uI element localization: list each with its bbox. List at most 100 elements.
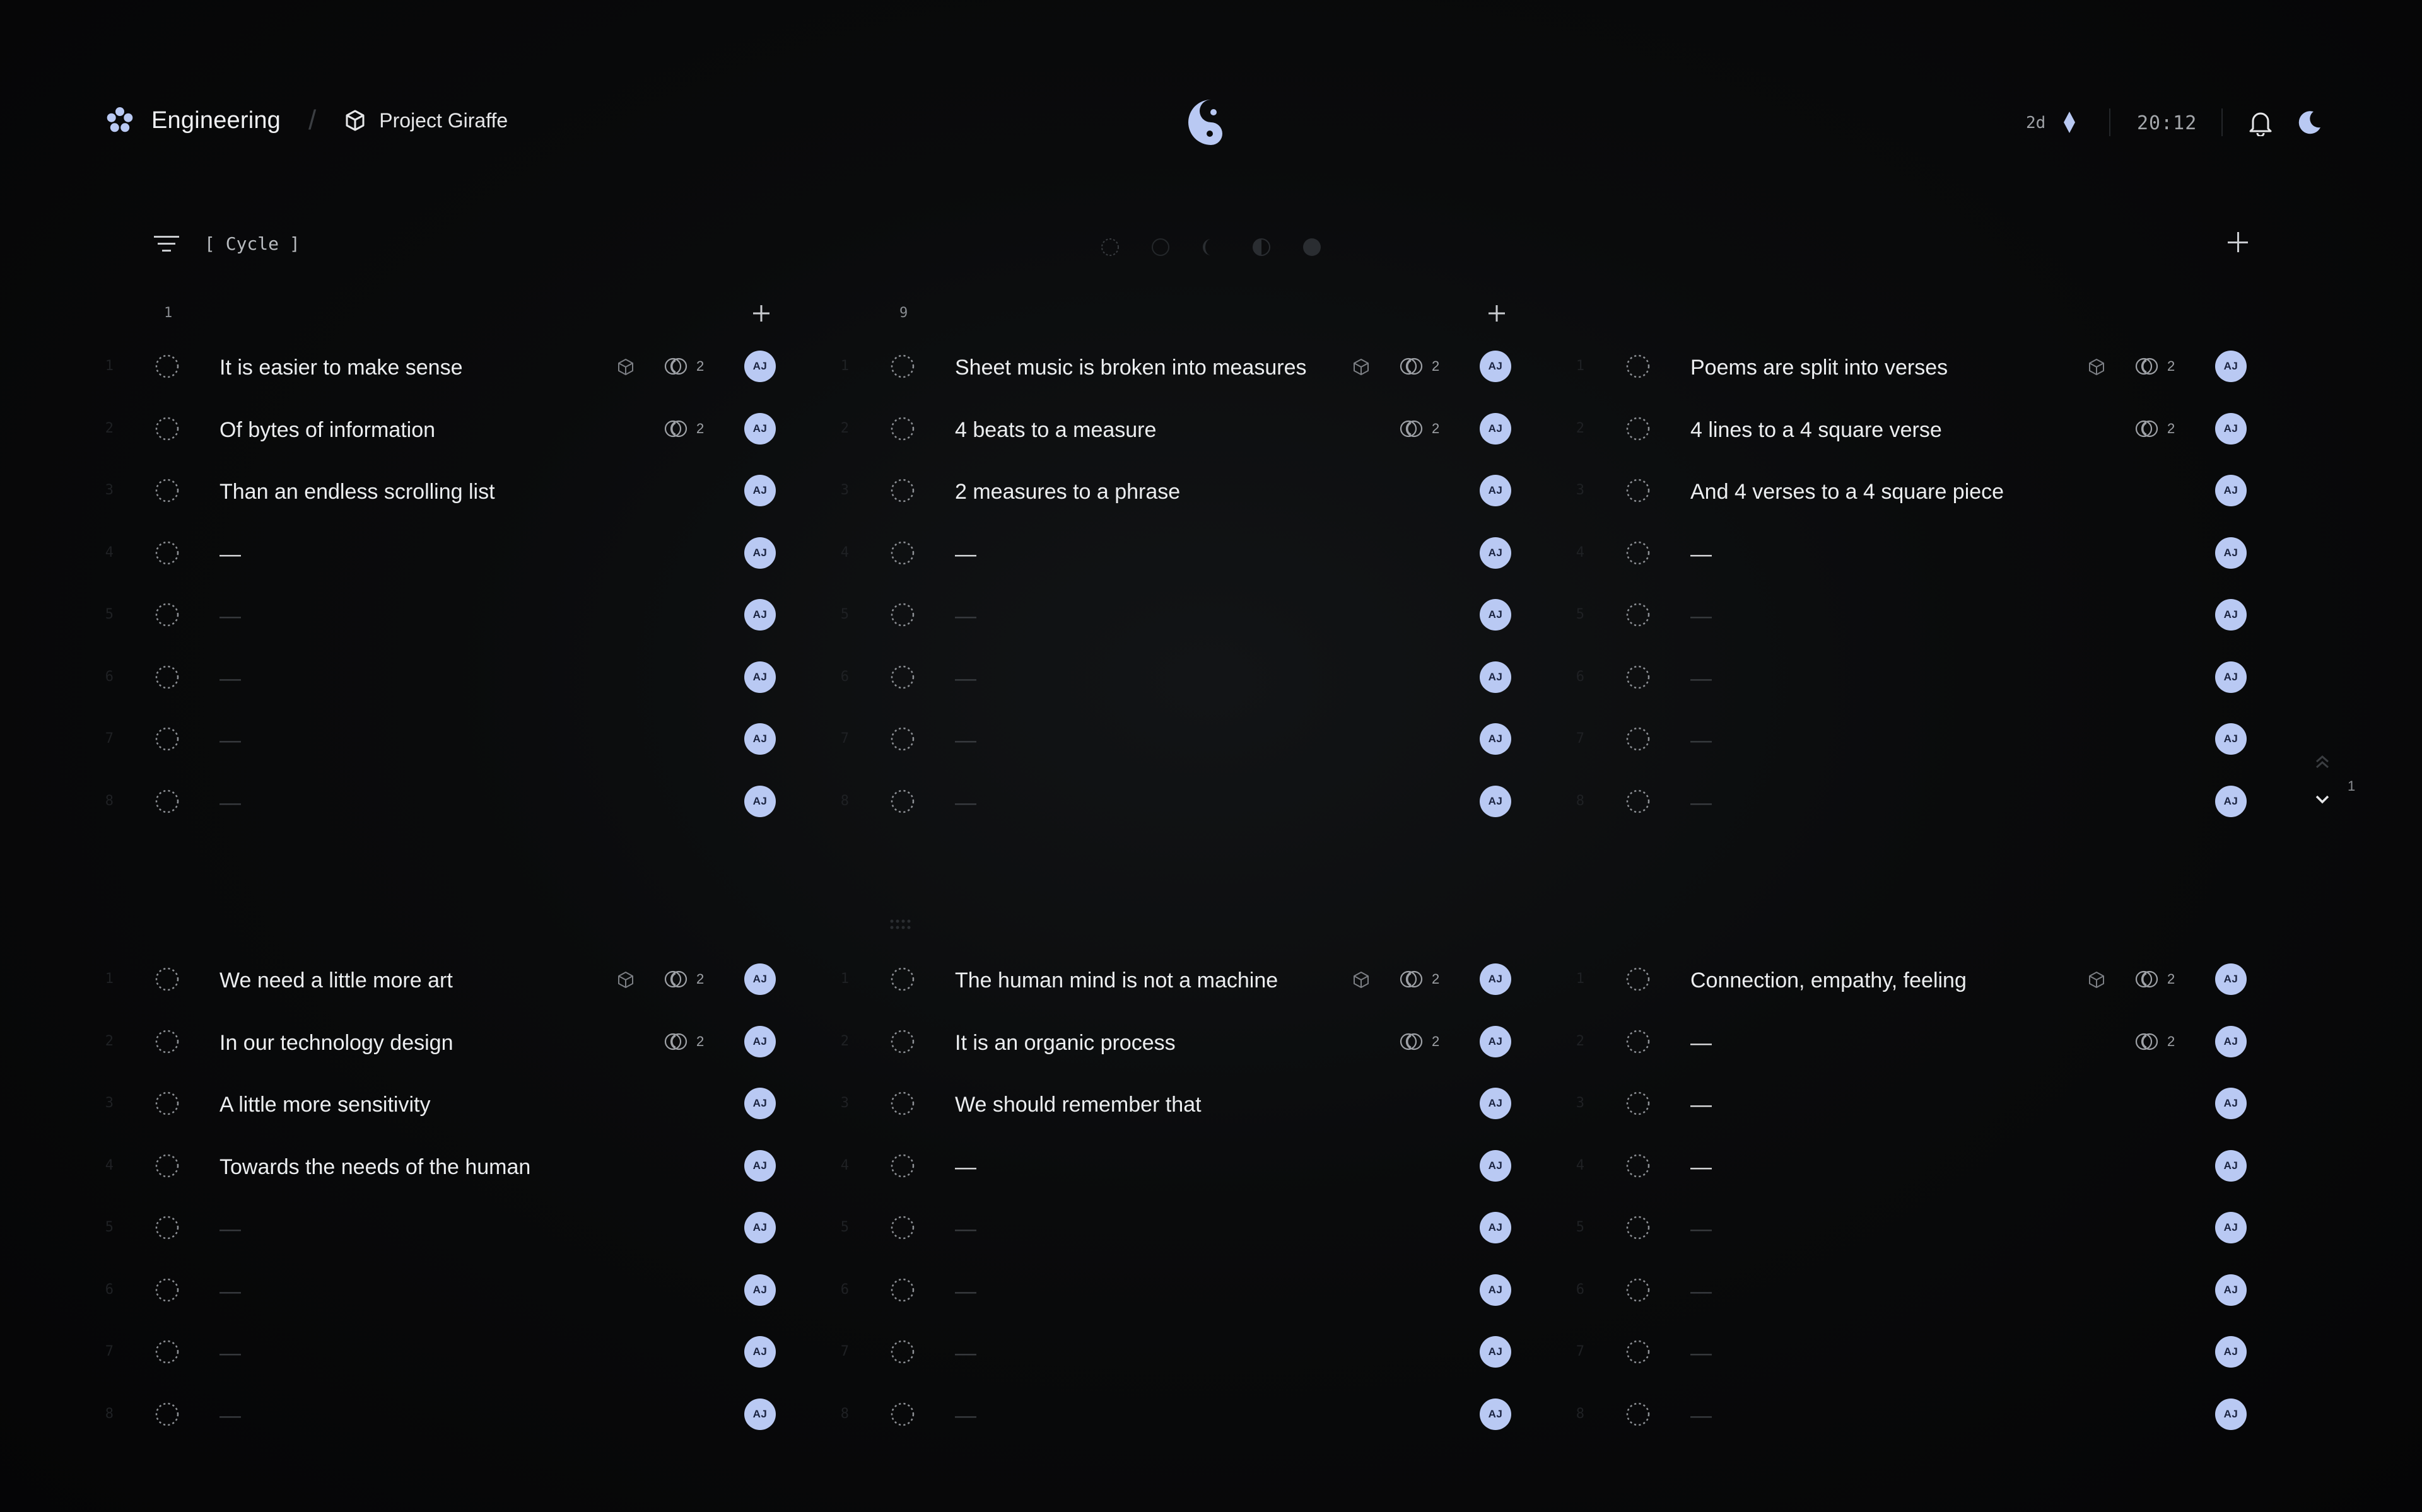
status-circle-icon[interactable] [154, 664, 180, 690]
avatar[interactable]: AJ [2215, 963, 2247, 995]
issue-row[interactable]: 1 We need a little more art 2 AJ [105, 952, 816, 1014]
comment-icon[interactable] [2134, 970, 2160, 989]
add-issue-button[interactable] [2225, 230, 2250, 255]
status-circle-icon[interactable] [1625, 1277, 1651, 1303]
comment-icon[interactable] [2134, 1032, 2160, 1051]
issue-row[interactable]: 1 The human mind is not a machine 2 AJ [841, 952, 1552, 1014]
project-name[interactable]: Project Giraffe [379, 109, 508, 132]
issue-row[interactable]: 3 2 measures to a phrase AJ [841, 463, 1552, 525]
comment-icon[interactable] [1399, 970, 1424, 989]
issue-title[interactable]: — [1690, 1155, 1712, 1180]
issue-title[interactable]: We need a little more art [219, 968, 453, 993]
issue-title[interactable]: A little more sensitivity [219, 1093, 430, 1117]
avatar[interactable]: AJ [744, 723, 776, 755]
issue-row[interactable]: 8 — AJ [105, 774, 816, 836]
workspace-name[interactable]: Engineering [151, 107, 281, 134]
status-circle-icon[interactable] [154, 1401, 180, 1428]
issue-title[interactable]: Sheet music is broken into measures [955, 356, 1306, 380]
avatar[interactable]: AJ [2215, 537, 2247, 569]
status-circle-icon[interactable] [154, 416, 180, 442]
issue-title[interactable]: And 4 verses to a 4 square piece [1690, 480, 2004, 504]
issue-title[interactable]: It is an organic process [955, 1031, 1176, 1055]
avatar[interactable]: AJ [2215, 786, 2247, 817]
issue-title[interactable]: Connection, empathy, feeling [1690, 968, 1967, 993]
status-circle-icon[interactable] [154, 726, 180, 752]
add-to-column-button[interactable] [1487, 304, 1506, 323]
issue-row[interactable]: 2 — 2 AJ [1576, 1015, 2287, 1076]
moon-icon[interactable] [2297, 110, 2322, 135]
comment-icon[interactable] [664, 419, 689, 438]
issue-title[interactable]: — [955, 604, 976, 629]
avatar[interactable]: AJ [744, 1088, 776, 1119]
issue-row[interactable]: 5 — AJ [841, 588, 1552, 649]
status-circle-icon[interactable] [1625, 477, 1651, 504]
issue-row[interactable]: 8 — AJ [1576, 1387, 2287, 1449]
issue-title[interactable]: Than an endless scrolling list [219, 480, 495, 504]
moon-phase-selector[interactable] [1097, 236, 1325, 259]
avatar[interactable]: AJ [2215, 1150, 2247, 1182]
issue-row[interactable]: 3 A little more sensitivity AJ [105, 1076, 816, 1138]
avatar[interactable]: AJ [1480, 661, 1511, 693]
avatar[interactable]: AJ [2215, 1212, 2247, 1243]
comment-icon[interactable] [664, 970, 689, 989]
comment-icon[interactable] [1399, 357, 1424, 376]
issue-title[interactable]: — [955, 791, 976, 815]
issue-title[interactable]: Towards the needs of the human [219, 1155, 530, 1180]
avatar[interactable]: AJ [744, 1399, 776, 1430]
status-circle-icon[interactable] [154, 1153, 180, 1179]
comment-icon[interactable] [2134, 419, 2160, 438]
avatar[interactable]: AJ [744, 475, 776, 506]
avatar[interactable]: AJ [744, 413, 776, 445]
avatar[interactable]: AJ [2215, 1336, 2247, 1368]
status-circle-icon[interactable] [889, 726, 916, 752]
avatar[interactable]: AJ [2215, 1399, 2247, 1430]
status-circle-icon[interactable] [1625, 788, 1651, 815]
issue-row[interactable]: 6 — AJ [1576, 650, 2287, 712]
status-circle-icon[interactable] [1625, 1153, 1651, 1179]
issue-title[interactable]: — [1690, 1093, 1712, 1117]
issue-row[interactable]: 5 — AJ [105, 588, 816, 649]
avatar[interactable]: AJ [744, 537, 776, 569]
avatar[interactable]: AJ [1480, 1026, 1511, 1057]
issue-row[interactable]: 3 Than an endless scrolling list AJ [105, 463, 816, 525]
issue-row[interactable]: 1 It is easier to make sense 2 AJ [105, 339, 816, 401]
issue-row[interactable]: 7 — AJ [105, 712, 816, 774]
issue-row[interactable]: 4 Towards the needs of the human AJ [105, 1139, 816, 1201]
chevron-up-icon[interactable] [2314, 754, 2331, 769]
avatar[interactable]: AJ [1480, 1212, 1511, 1243]
status-circle-icon[interactable] [1625, 540, 1651, 566]
issue-title[interactable]: — [219, 604, 241, 629]
status-circle-icon[interactable] [154, 353, 180, 380]
issue-title[interactable]: — [1690, 604, 1712, 629]
status-circle-icon[interactable] [1625, 966, 1651, 992]
chevron-down-icon[interactable] [2314, 792, 2331, 807]
status-circle-icon[interactable] [154, 477, 180, 504]
status-circle-icon[interactable] [889, 1277, 916, 1303]
issue-title[interactable]: — [1690, 1404, 1712, 1428]
issue-title[interactable]: — [219, 1404, 241, 1428]
avatar[interactable]: AJ [1480, 723, 1511, 755]
status-circle-icon[interactable] [889, 416, 916, 442]
cycle-selector[interactable]: [ Cycle ] [204, 233, 300, 254]
avatar[interactable]: AJ [1480, 1088, 1511, 1119]
issue-title[interactable]: — [955, 728, 976, 753]
avatar[interactable]: AJ [744, 1274, 776, 1306]
issue-title[interactable]: — [1690, 728, 1712, 753]
issue-title[interactable]: — [1690, 666, 1712, 691]
issue-title[interactable]: — [219, 542, 241, 567]
avatar[interactable]: AJ [1480, 599, 1511, 631]
issue-row[interactable]: 7 — AJ [1576, 712, 2287, 774]
issue-row[interactable]: 5 — AJ [1576, 588, 2287, 649]
avatar[interactable]: AJ [744, 1026, 776, 1057]
issue-title[interactable]: — [219, 1279, 241, 1304]
issue-row[interactable]: 2 In our technology design 2 AJ [105, 1015, 816, 1076]
issue-title[interactable]: It is easier to make sense [219, 356, 463, 380]
status-circle-icon[interactable] [154, 1339, 180, 1365]
comment-icon[interactable] [1399, 1032, 1424, 1051]
status-circle-icon[interactable] [154, 788, 180, 815]
avatar[interactable]: AJ [744, 1336, 776, 1368]
issue-title[interactable]: — [219, 1217, 241, 1242]
avatar[interactable]: AJ [1480, 963, 1511, 995]
status-circle-icon[interactable] [154, 1277, 180, 1303]
avatar[interactable]: AJ [744, 786, 776, 817]
